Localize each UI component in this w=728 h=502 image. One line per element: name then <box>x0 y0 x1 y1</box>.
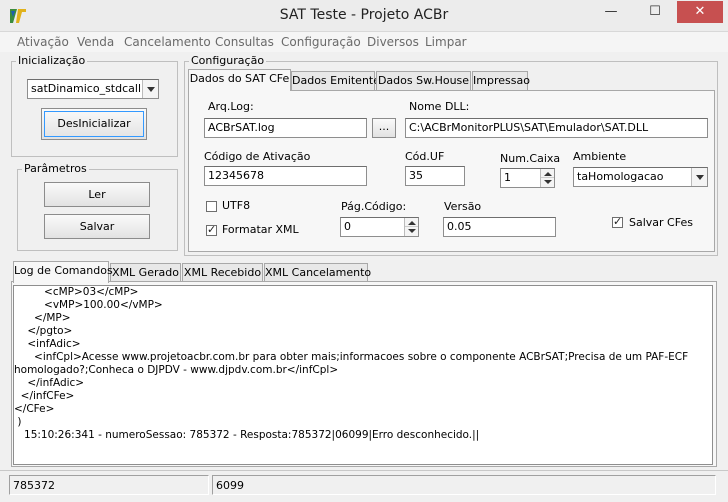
codigo-ativacao-input[interactable]: 12345678 <box>204 166 367 186</box>
formatar-xml-label: Formatar XML <box>222 223 299 236</box>
spin-arrows-icon[interactable] <box>540 169 554 187</box>
tab-xml-recebido[interactable]: XML Recebido <box>182 263 263 282</box>
maximize-button[interactable]: ☐ <box>633 1 677 23</box>
log-line: <infAdic> <box>14 338 81 350</box>
num-caixa-input[interactable]: 1 <box>500 168 555 188</box>
chevron-down-icon[interactable] <box>142 80 158 98</box>
cod-uf-label: Cód.UF <box>405 150 445 163</box>
versao-label: Versão <box>444 200 482 213</box>
log-line: ) <box>14 416 22 428</box>
title-bar[interactable]: SAT Teste - Projeto ACBr — ☐ ✕ <box>0 0 728 32</box>
salvar-cfes-checkbox[interactable] <box>612 215 623 228</box>
parametros-group: Parâmetros Ler Salvar <box>17 162 178 251</box>
log-line: <infCpl>Acesse www.projetoacbr.com.br pa… <box>14 351 689 363</box>
menu-consultas[interactable]: Consultas <box>215 35 274 49</box>
menu-cancelamento[interactable]: Cancelamento <box>124 35 211 49</box>
tab-dados-sw-house[interactable]: Dados Sw.House <box>376 71 471 90</box>
parametros-title: Parâmetros <box>22 162 89 175</box>
browse-button[interactable]: ... <box>372 118 396 138</box>
menu-ativacao[interactable]: Ativação <box>17 35 69 49</box>
tab-panel-dados-sat-cfe: Arq.Log: ACBrSAT.log ... Nome DLL: C:\AC… <box>188 90 715 252</box>
lib-select[interactable]: satDinamico_stdcall <box>27 79 159 99</box>
pag-codigo-value: 0 <box>344 220 351 233</box>
ler-button[interactable]: Ler <box>44 182 150 207</box>
salvar-button[interactable]: Salvar <box>44 214 150 239</box>
close-button[interactable]: ✕ <box>677 1 723 23</box>
menu-bar: Ativação Venda Cancelamento Consultas Co… <box>0 32 728 52</box>
arq-log-input[interactable]: ACBrSAT.log <box>204 118 367 138</box>
ambiente-value: taHomologacao <box>577 170 664 183</box>
codigo-ativacao-label: Código de Ativação <box>204 150 311 163</box>
nome-dll-label: Nome DLL: <box>409 100 470 113</box>
menu-configuracao[interactable]: Configuração <box>281 35 361 49</box>
tab-dados-emitente[interactable]: Dados Emitente <box>291 71 380 90</box>
log-line: </MP> <box>14 312 71 324</box>
log-line: </infAdic> <box>14 377 85 389</box>
log-line: <cMP>03</cMP> <box>14 286 139 298</box>
utf8-label: UTF8 <box>222 199 251 212</box>
log-textarea[interactable]: <cMP>03</cMP> <vMP>100.00</vMP> </MP> </… <box>13 285 713 465</box>
log-line: <vMP>100.00</vMP> <box>14 299 163 311</box>
status-bar: 785372 6099 <box>0 470 728 502</box>
lib-select-value: satDinamico_stdcall <box>31 82 141 95</box>
chevron-down-icon[interactable] <box>691 168 707 186</box>
configuracao-group: Configuração Dados do SAT CFe Dados Emit… <box>184 54 718 256</box>
log-line: </pgto> <box>14 325 73 337</box>
menu-venda[interactable]: Venda <box>77 35 114 49</box>
tab-xml-cancelamento[interactable]: XML Cancelamento <box>264 263 371 282</box>
inicializacao-title: Inicialização <box>16 54 88 67</box>
salvar-cfes-label: Salvar CFes <box>629 216 693 229</box>
configuracao-title: Configuração <box>189 54 267 67</box>
num-caixa-value: 1 <box>504 171 511 184</box>
ambiente-select[interactable]: taHomologacao <box>573 167 708 187</box>
log-line: </CFe> <box>14 403 55 415</box>
arq-log-label: Arq.Log: <box>208 100 254 113</box>
tab-log-de-comandos[interactable]: Log de Comandos <box>13 261 113 283</box>
pag-codigo-input[interactable]: 0 <box>340 217 419 237</box>
status-sessao: 785372 <box>9 475 209 495</box>
nome-dll-input[interactable]: C:\ACBrMonitorPLUS\SAT\Emulador\SAT.DLL <box>405 118 708 138</box>
versao-input[interactable]: 0.05 <box>443 217 556 237</box>
pag-codigo-label: Pág.Código: <box>341 200 407 213</box>
log-line: homologado?;Conheca o DJPDV - www.djpdv.… <box>14 364 339 376</box>
menu-limpar[interactable]: Limpar <box>425 35 467 49</box>
log-line: 15:10:26:341 - numeroSessao: 785372 - Re… <box>14 429 480 441</box>
tab-impressao[interactable]: Impressao <box>472 71 530 90</box>
utf8-checkbox[interactable] <box>206 201 217 212</box>
formatar-xml-checkbox[interactable] <box>206 223 217 236</box>
log-line: </infCFe> <box>14 390 75 402</box>
tab-xml-gerado[interactable]: XML Gerado <box>110 263 181 282</box>
menu-diversos[interactable]: Diversos <box>367 35 419 49</box>
minimize-button[interactable]: — <box>589 1 633 23</box>
inicializacao-group: Inicialização satDinamico_stdcall DesIni… <box>11 54 178 157</box>
num-caixa-label: Num.Caixa <box>500 152 561 165</box>
desinicializar-label: DesInicializar <box>57 117 131 130</box>
cod-uf-input[interactable]: 35 <box>405 166 465 186</box>
desinicializar-button[interactable]: DesInicializar <box>41 108 147 140</box>
tab-dados-sat-cfe[interactable]: Dados do SAT CFe <box>188 69 291 91</box>
ambiente-label: Ambiente <box>573 150 627 163</box>
status-codigo: 6099 <box>212 475 716 495</box>
spin-arrows-icon[interactable] <box>404 218 418 236</box>
